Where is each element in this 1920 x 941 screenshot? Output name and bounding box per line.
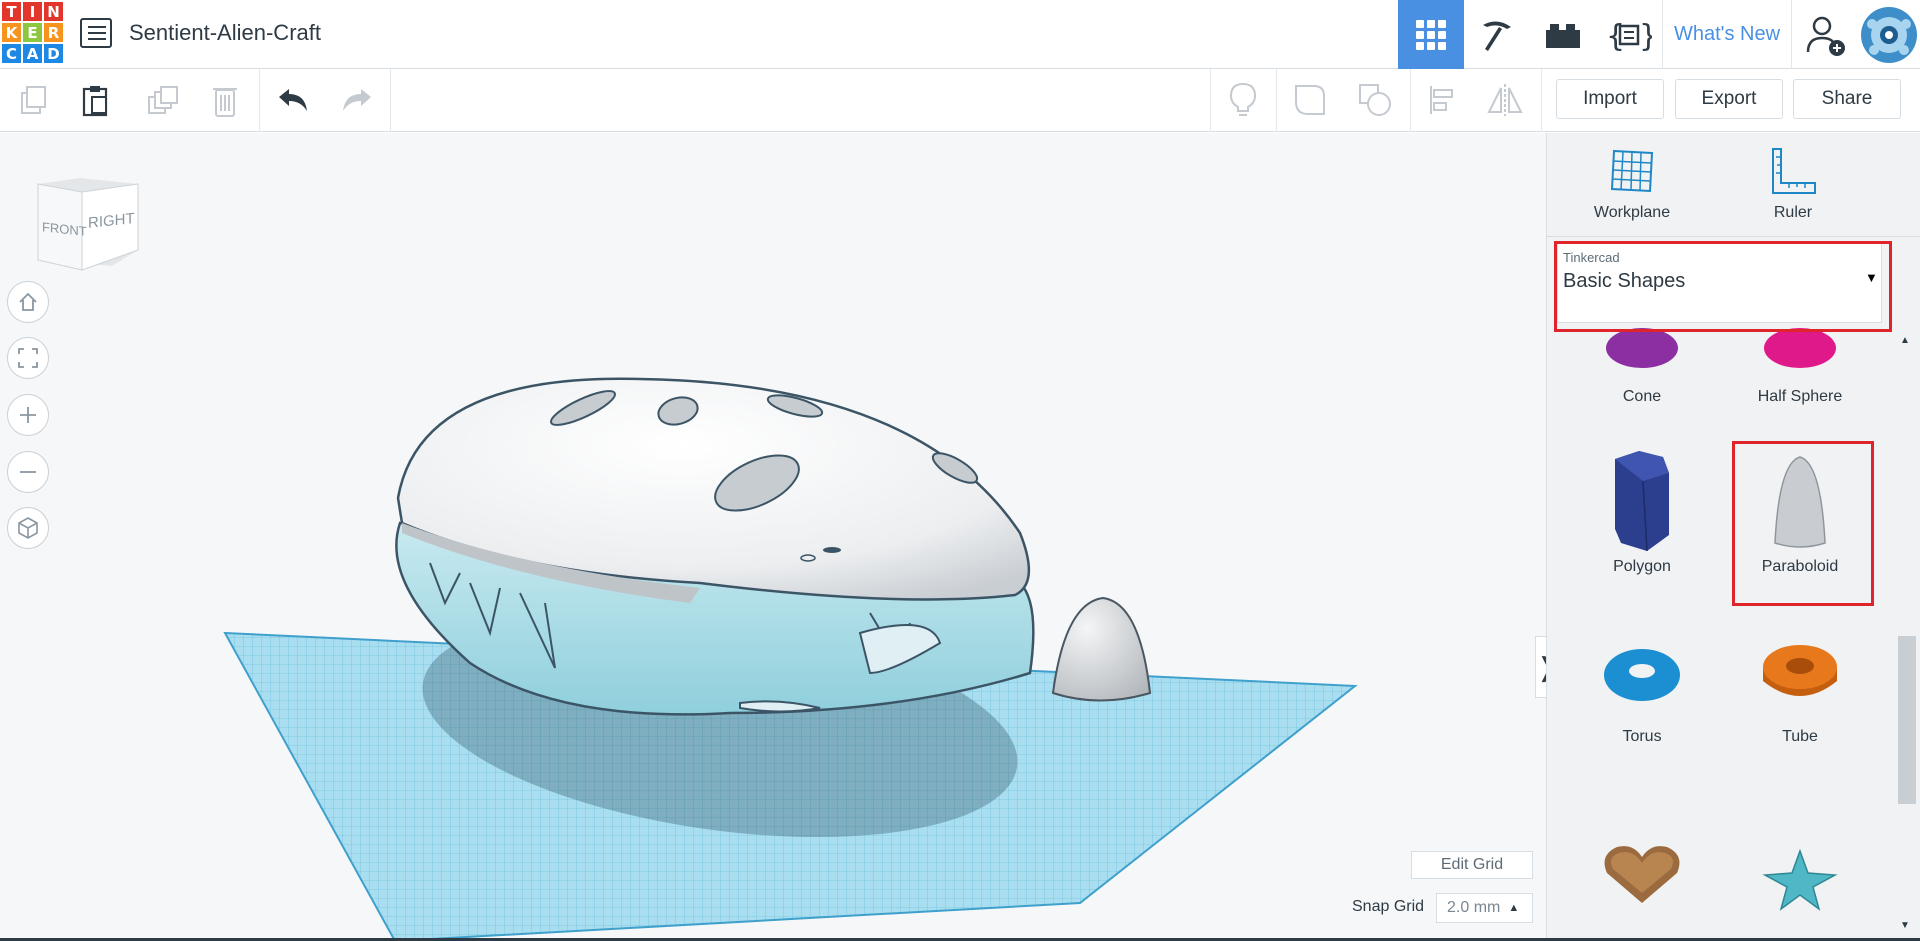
bricks-icon[interactable] (1530, 0, 1596, 69)
ruler-icon (1772, 148, 1816, 194)
3d-workspace[interactable]: FRONT RIGHT Edit Grid Snap Grid 2.0 mm ▲… (0, 133, 1546, 941)
avatar-icon[interactable] (1858, 0, 1920, 69)
whats-new-link[interactable]: What's New (1662, 0, 1792, 69)
snap-grid-value: 2.0 mm (1447, 899, 1501, 916)
snap-grid-label: Snap Grid (1352, 898, 1425, 915)
svg-text:}: } (1639, 19, 1652, 54)
edit-grid-button[interactable]: Edit Grid (1411, 851, 1533, 879)
lightbulb-icon[interactable] (1218, 77, 1268, 123)
design-list-icon[interactable] (80, 18, 112, 48)
fit-view-icon[interactable] (7, 337, 49, 379)
shapes-scrollbar[interactable] (1898, 636, 1916, 804)
ungroup-icon[interactable] (1350, 77, 1400, 123)
codeblocks-icon[interactable]: {} (1596, 0, 1662, 69)
caret-up-icon: ▲ (1508, 902, 1520, 914)
star-shape-icon (1762, 848, 1838, 911)
zoom-out-icon[interactable] (7, 451, 49, 493)
chevron-right-icon: ❭ (1536, 652, 1546, 683)
tinkercad-logo[interactable]: T I N K E R C A D (2, 2, 63, 64)
redo-icon[interactable] (332, 77, 382, 123)
cone-shape-icon (1606, 328, 1678, 368)
undo-icon[interactable] (268, 77, 318, 123)
ruler-label: Ruler (1773, 204, 1813, 221)
half-sphere-shape-icon (1764, 328, 1836, 368)
heart-shape-icon (1604, 846, 1680, 903)
top-bar: T I N K E R C A D Sentient-Alien-Craft {… (0, 0, 1920, 69)
perspective-icon[interactable] (7, 507, 49, 549)
align-icon[interactable] (1418, 77, 1468, 123)
tube-shape-icon (1763, 645, 1837, 696)
workplane-tool[interactable]: Workplane (1562, 147, 1702, 222)
document-title[interactable]: Sentient-Alien-Craft (129, 20, 321, 46)
paraboloid-model[interactable] (1051, 596, 1152, 702)
delete-icon[interactable] (200, 77, 250, 123)
ruler-tool[interactable]: Ruler (1723, 147, 1863, 222)
top-nav: {} What's New (1398, 0, 1920, 69)
polygon-shape-icon (1615, 451, 1669, 552)
pickaxe-icon[interactable] (1464, 0, 1530, 69)
view-cube[interactable]: FRONT RIGHT (30, 178, 145, 283)
logo-letter: E (23, 23, 42, 42)
shape-star[interactable] (1725, 843, 1875, 918)
logo-letter: I (23, 2, 42, 21)
logo-letter: C (2, 44, 21, 63)
workplane-label: Workplane (1593, 204, 1671, 221)
scroll-up-icon[interactable]: ▲ (1900, 335, 1910, 346)
shape-heart[interactable] (1567, 833, 1717, 918)
shape-polygon[interactable]: Polygon (1567, 443, 1717, 576)
shape-label: Polygon (1613, 558, 1671, 575)
logo-letter: A (23, 44, 42, 63)
mirror-icon[interactable] (1480, 77, 1530, 123)
shape-label: Tube (1782, 728, 1818, 745)
logo-letter: K (2, 23, 21, 42)
snap-grid-select[interactable]: 2.0 mm ▲ (1436, 893, 1533, 923)
logo-letter: D (44, 44, 63, 63)
shape-cone[interactable]: Cone (1567, 323, 1717, 406)
workplane-icon (1610, 149, 1654, 193)
logo-letter: R (44, 23, 63, 42)
paste-icon[interactable] (70, 77, 120, 123)
paraboloid-highlight-box (1732, 441, 1874, 606)
library-highlight-box (1554, 241, 1892, 332)
panel-collapse-toggle[interactable]: ❭ (1535, 636, 1546, 698)
group-icon[interactable] (1285, 77, 1335, 123)
shape-label: Half Sphere (1757, 388, 1843, 405)
shape-label: Torus (1622, 728, 1662, 745)
svg-text:{: { (1606, 19, 1625, 54)
share-button[interactable]: Share (1793, 79, 1901, 119)
logo-letter: T (2, 2, 21, 21)
home-view-icon[interactable] (7, 281, 49, 323)
torus-shape-icon (1604, 649, 1680, 701)
grid-icon[interactable] (1398, 0, 1464, 69)
alien-craft-model[interactable] (395, 377, 1035, 716)
toolbar: Import Export Share (0, 69, 1920, 132)
logo-letter: N (44, 2, 63, 21)
scene-canvas[interactable] (0, 133, 1546, 941)
import-button[interactable]: Import (1556, 79, 1664, 119)
scroll-down-icon[interactable]: ▼ (1900, 920, 1910, 931)
zoom-in-icon[interactable] (7, 394, 49, 436)
add-user-icon[interactable] (1792, 0, 1858, 69)
export-button[interactable]: Export (1675, 79, 1783, 119)
shape-half-sphere[interactable]: Half Sphere (1725, 323, 1875, 406)
copy-icon[interactable] (8, 77, 58, 123)
shape-label: Cone (1622, 388, 1662, 405)
shape-torus[interactable]: Torus (1567, 633, 1717, 746)
shape-tube[interactable]: Tube (1725, 633, 1875, 746)
duplicate-icon[interactable] (137, 77, 187, 123)
